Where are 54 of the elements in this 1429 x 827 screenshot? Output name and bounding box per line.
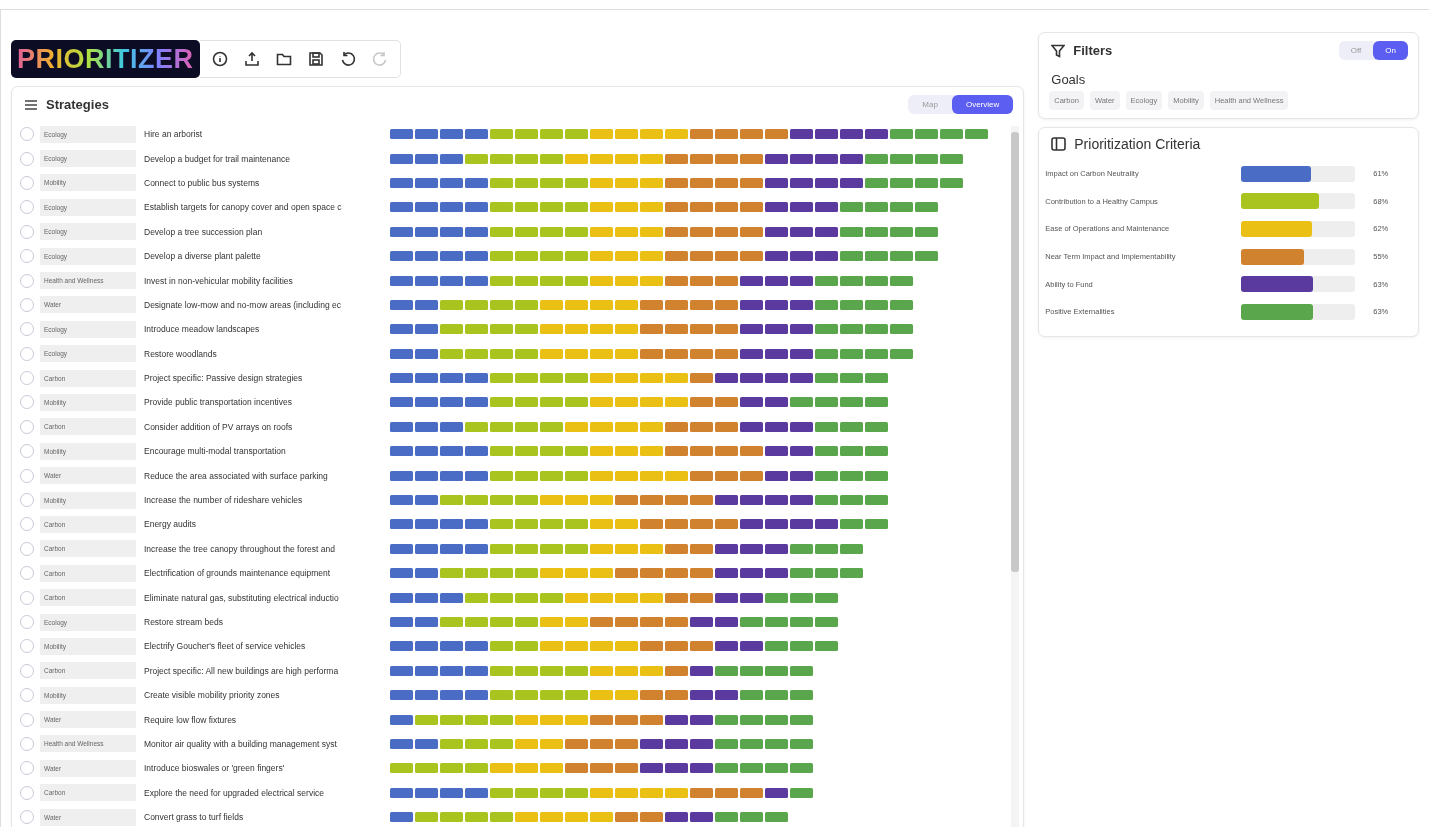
- filter-icon: [1051, 43, 1066, 58]
- strategy-name: Project specific: All new buildings are high performa: [144, 665, 340, 676]
- save-icon: [307, 51, 324, 67]
- panel-title: Strategies: [46, 97, 110, 112]
- strategy-name: Require low flow fixtures: [144, 714, 238, 725]
- panel-title: Prioritization Criteria: [1074, 136, 1202, 152]
- strategy-name: Introduce meadow landscapes: [144, 324, 261, 335]
- strategy-name: Convert grass to turf fields: [144, 812, 245, 823]
- strategy-name: Electrify Goucher's fleet of service vehicles: [144, 641, 307, 652]
- folder-icon: [275, 51, 292, 67]
- view-tab[interactable]: Overview: [951, 95, 1014, 114]
- strategy-name: Invest in non-vehicular mobility facilities: [144, 275, 294, 286]
- strategy-name: Monitor air quality with a building management syst: [144, 738, 338, 749]
- strategy-name: Introduce bioswales or 'green fingers': [144, 763, 286, 774]
- redo-icon: [371, 51, 388, 67]
- strategy-name: Restore woodlands: [144, 348, 218, 359]
- strategy-name: Hire an arborist: [144, 129, 204, 140]
- strategy-name: Connect to public bus systems: [144, 177, 261, 188]
- strategy-name: Create visible mobility priority zones: [144, 690, 281, 701]
- info-icon: [211, 51, 228, 67]
- sidebar-icon: [1051, 137, 1067, 151]
- strategy-name: Encourage multi-modal transportation: [144, 446, 287, 457]
- strategy-name: Electrification of grounds maintenance equipment: [144, 568, 332, 579]
- strategy-name: Provide public transportation incentives: [144, 397, 293, 408]
- view-tab[interactable]: Map: [908, 95, 952, 114]
- strategy-name: Consider addition of PV arrays on roofs: [144, 421, 294, 432]
- panel-title: Filters: [1073, 43, 1114, 58]
- weight-slider[interactable]: [1241, 276, 1356, 293]
- goals-label: Goals: [1050, 71, 1087, 89]
- strategy-name: Develop a budget for trail maintenance: [144, 153, 291, 164]
- strategy-name: Develop a tree succession plan: [144, 226, 264, 237]
- undo-icon: [339, 51, 356, 67]
- strategy-name: Increase the tree canopy throughout the forest and: [144, 543, 336, 554]
- weight-slider[interactable]: [1241, 165, 1356, 182]
- filter-toggle[interactable]: Off: [1338, 41, 1374, 60]
- strategy-name: Establish targets for canopy cover and open space c: [144, 202, 343, 213]
- weight-slider[interactable]: [1241, 221, 1356, 237]
- strategy-name: Restore stream beds: [144, 617, 224, 627]
- upload-icon: [243, 51, 260, 67]
- strategy-name: Energy audits: [144, 519, 197, 530]
- strategy-name: Eliminate natural gas, substituting electrical inductio: [144, 592, 340, 603]
- weight-slider[interactable]: [1241, 303, 1356, 320]
- weight-slider[interactable]: [1241, 193, 1356, 210]
- strategy-name: Designate low-mow and no-mow areas (including ec: [144, 299, 342, 310]
- strategy-name: Project specific: Passive design strategies: [144, 373, 304, 384]
- strategy-name: Explore the need for upgraded electrical service: [144, 787, 326, 798]
- filter-toggle[interactable]: On: [1373, 41, 1408, 60]
- strategy-name: Reduce the area associated with surface parking: [144, 470, 329, 481]
- app-logo: PRIORITIZER: [11, 40, 200, 78]
- list-icon: [24, 98, 38, 111]
- scrollbar[interactable]: [1011, 126, 1020, 827]
- strategy-name: Increase the number of rideshare vehicles: [144, 495, 304, 506]
- weight-slider[interactable]: [1241, 248, 1356, 265]
- strategy-name: Develop a diverse plant palette: [144, 251, 262, 262]
